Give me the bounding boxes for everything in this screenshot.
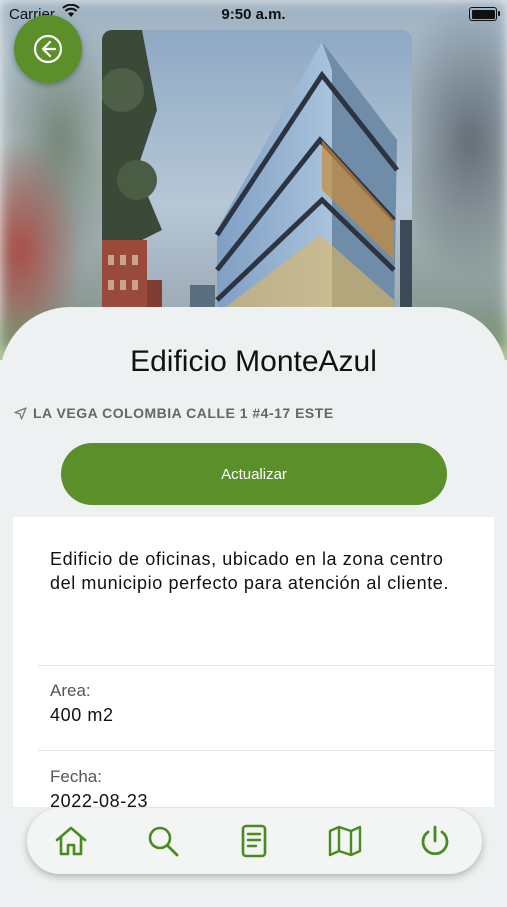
update-button[interactable]: Actualizar — [61, 443, 447, 505]
divider — [38, 750, 494, 751]
area-label: Area: — [50, 681, 91, 700]
divider — [38, 665, 494, 666]
document-icon — [241, 824, 267, 858]
back-button[interactable] — [14, 15, 82, 83]
back-arrow-circle-icon — [33, 34, 63, 64]
details-card: Edificio de oficinas, ubicado en la zona… — [13, 517, 494, 807]
tab-logout[interactable] — [415, 821, 455, 861]
clock: 9:50 a.m. — [221, 6, 286, 23]
building-title: Edificio MonteAzul — [130, 345, 377, 378]
building-description: Edificio de oficinas, ubicado en la zona… — [50, 549, 450, 593]
bottom-tab-bar — [27, 808, 482, 874]
map-icon — [328, 825, 362, 857]
tab-documents[interactable] — [234, 821, 274, 861]
tab-search[interactable] — [143, 821, 183, 861]
navigation-arrow-icon — [14, 406, 27, 420]
tab-map[interactable] — [325, 821, 365, 861]
building-photo — [102, 30, 412, 320]
status-bar: Carrier 9:50 a.m. — [0, 0, 507, 28]
battery-icon — [469, 7, 500, 21]
date-label: Fecha: — [50, 767, 102, 786]
area-value: 400 m2 — [50, 705, 114, 725]
home-icon — [55, 826, 87, 856]
address-row: LA VEGA COLOMBIA CALLE 1 #4-17 ESTE — [14, 405, 334, 421]
date-value: 2022-08-23 — [50, 791, 149, 807]
search-icon — [148, 826, 179, 857]
power-icon — [421, 825, 449, 856]
address-text: LA VEGA COLOMBIA CALLE 1 #4-17 ESTE — [33, 405, 334, 421]
tab-home[interactable] — [51, 821, 91, 861]
